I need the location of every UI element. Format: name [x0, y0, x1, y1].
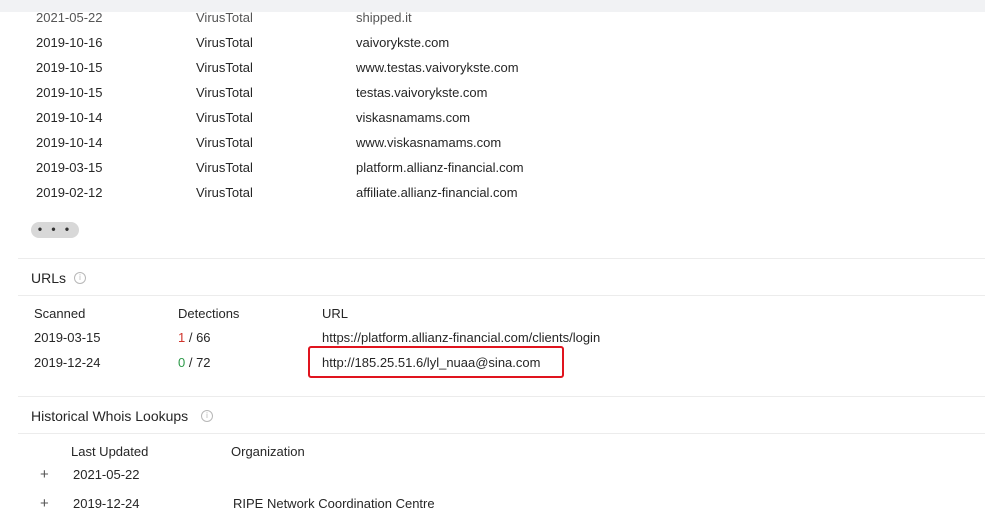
resolution-source: VirusTotal — [196, 135, 253, 150]
plus-icon[interactable]: + — [40, 494, 49, 514]
resolution-date: 2019-02-12 — [36, 185, 103, 200]
table-row: 2019-10-15 VirusTotal testas.vaivorykste… — [18, 83, 985, 103]
detections-total: / 72 — [185, 355, 211, 370]
resolution-source: VirusTotal — [196, 35, 253, 50]
url-scanned-date: 2019-12-24 — [34, 355, 101, 370]
resolution-date: 2019-10-14 — [36, 110, 103, 125]
section-divider — [18, 396, 985, 397]
resolution-source: VirusTotal — [196, 85, 253, 100]
url-detections: 0 / 72 — [178, 353, 211, 373]
section-divider — [18, 433, 985, 434]
table-row: + 2021-05-22 — [18, 465, 985, 485]
table-row: 2019-03-15 VirusTotal platform.allianz-f… — [18, 158, 985, 178]
table-row: 2019-10-16 VirusTotal vaivorykste.com — [18, 33, 985, 53]
resolution-date: 2019-03-15 — [36, 160, 103, 175]
table-row: 2019-10-14 VirusTotal viskasnamams.com — [18, 108, 985, 128]
urls-section-title: URLs — [31, 270, 67, 286]
column-header-last-updated[interactable]: Last Updated — [71, 444, 148, 459]
url-link[interactable]: https://platform.allianz-financial.com/c… — [322, 328, 600, 348]
table-row: 2019-10-14 VirusTotal www.viskasnamams.c… — [18, 133, 985, 153]
plus-icon[interactable]: + — [40, 465, 49, 485]
info-icon[interactable]: i — [201, 410, 213, 422]
resolution-date: 2019-10-16 — [36, 35, 103, 50]
resolution-host[interactable]: vaivorykste.com — [356, 33, 449, 53]
resolution-date: 2021-05-22 — [36, 10, 103, 25]
column-header-url[interactable]: URL — [322, 306, 348, 321]
resolution-date: 2019-10-14 — [36, 135, 103, 150]
resolution-source: VirusTotal — [196, 60, 253, 75]
table-row: + 2019-12-24 RIPE Network Coordination C… — [18, 494, 985, 514]
resolution-host[interactable]: shipped.it — [356, 8, 412, 28]
resolution-source: VirusTotal — [196, 10, 253, 25]
url-detections: 1 / 66 — [178, 328, 211, 348]
whois-section-title: Historical Whois Lookups — [31, 408, 189, 424]
whois-last-updated: 2021-05-22 — [73, 467, 140, 482]
column-header-detections[interactable]: Detections — [178, 306, 239, 321]
section-divider — [18, 295, 985, 296]
table-row: 2021-05-22 VirusTotal shipped.it — [18, 8, 985, 28]
resolution-host[interactable]: viskasnamams.com — [356, 108, 470, 128]
show-more-button[interactable]: • • • — [31, 222, 79, 238]
url-scanned-date: 2019-03-15 — [34, 330, 101, 345]
resolution-host[interactable]: testas.vaivorykste.com — [356, 83, 488, 103]
resolution-source: VirusTotal — [196, 160, 253, 175]
resolution-date: 2019-10-15 — [36, 60, 103, 75]
whois-organization: RIPE Network Coordination Centre — [233, 496, 435, 511]
resolution-date: 2019-10-15 — [36, 85, 103, 100]
detections-total: / 66 — [185, 330, 211, 345]
column-header-organization[interactable]: Organization — [231, 444, 305, 459]
content-panel: 2021-05-22 VirusTotal shipped.it 2019-10… — [18, 10, 985, 512]
whois-last-updated: 2019-12-24 — [73, 496, 140, 511]
section-divider — [18, 258, 985, 259]
resolution-source: VirusTotal — [196, 110, 253, 125]
table-row: 2019-10-15 VirusTotal www.testas.vaivory… — [18, 58, 985, 78]
table-row: 2019-02-12 VirusTotal affiliate.allianz-… — [18, 183, 985, 203]
column-header-scanned[interactable]: Scanned — [34, 306, 85, 321]
info-icon[interactable]: i — [74, 272, 86, 284]
red-highlight-box — [308, 346, 564, 378]
resolution-host[interactable]: affiliate.allianz-financial.com — [356, 183, 518, 203]
resolution-host[interactable]: www.viskasnamams.com — [356, 133, 501, 153]
table-row: 2019-03-15 1 / 66 https://platform.allia… — [18, 328, 985, 348]
resolution-host[interactable]: www.testas.vaivorykste.com — [356, 58, 519, 78]
resolution-host[interactable]: platform.allianz-financial.com — [356, 158, 524, 178]
resolution-source: VirusTotal — [196, 185, 253, 200]
